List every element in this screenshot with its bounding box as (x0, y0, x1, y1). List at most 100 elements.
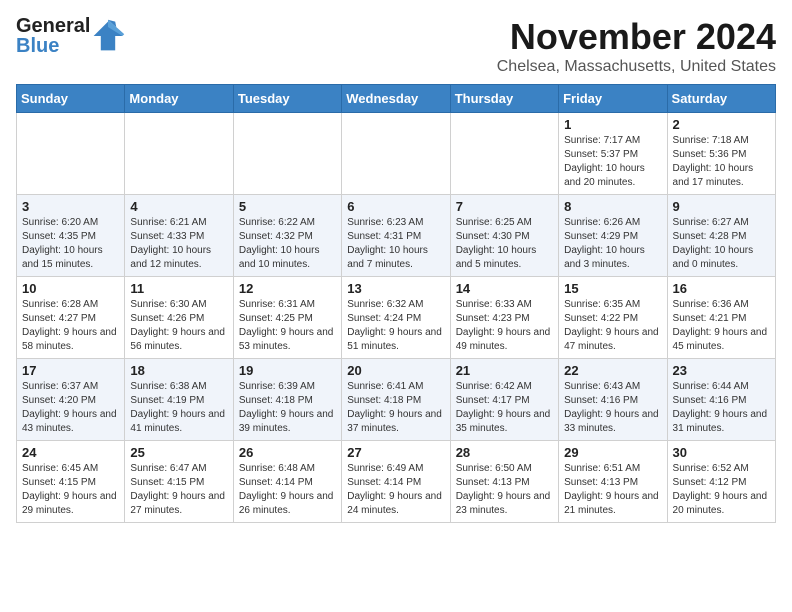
day-info: Sunrise: 6:50 AMSunset: 4:13 PMDaylight:… (456, 462, 553, 518)
day-info: Sunrise: 6:33 AMSunset: 4:23 PMDaylight:… (456, 298, 553, 354)
day-number: 27 (347, 445, 444, 460)
day-info: Sunrise: 6:37 AMSunset: 4:20 PMDaylight:… (22, 380, 119, 436)
calendar-cell: 12Sunrise: 6:31 AMSunset: 4:25 PMDayligh… (233, 277, 341, 359)
location-title: Chelsea, Massachusetts, United States (497, 58, 776, 76)
calendar-cell: 13 Sunrise: 6:32 AMSunset: 4:24 PMDayligh… (342, 277, 450, 359)
calendar-cell: 14Sunrise: 6:33 AMSunset: 4:23 PMDayligh… (450, 277, 558, 359)
day-number: 13 (347, 281, 444, 296)
day-number: 24 (22, 445, 119, 460)
header-cell-friday: Friday (559, 85, 667, 113)
calendar-row-4: 17 Sunrise: 6:37 AMSunset: 4:20 PMDayligh… (17, 359, 776, 441)
day-info: Sunrise: 6:36 AMSunset: 4:21 PMDaylight:… (673, 298, 770, 354)
day-number: 28 (456, 445, 553, 460)
logo-blue-text: Blue (16, 36, 90, 56)
calendar-row-1: 1Sunrise: 7:17 AMSunset: 5:37 PMDaylight… (17, 113, 776, 195)
day-info: Sunrise: 6:31 AMSunset: 4:25 PMDaylight:… (239, 298, 336, 354)
day-info: Sunrise: 6:23 AMSunset: 4:31 PMDaylight:… (347, 216, 444, 272)
day-number: 30 (673, 445, 770, 460)
day-number: 11 (130, 281, 227, 296)
calendar-cell: 11 Sunrise: 6:30 AMSunset: 4:26 PMDayligh… (125, 277, 233, 359)
day-number: 19 (239, 363, 336, 378)
day-number: 23 (673, 363, 770, 378)
day-number: 16 (673, 281, 770, 296)
calendar-cell: 30 Sunrise: 6:52 AMSunset: 4:12 PMDayligh… (667, 441, 775, 523)
calendar-cell (125, 113, 233, 195)
header-cell-monday: Monday (125, 85, 233, 113)
day-info: Sunrise: 6:51 AMSunset: 4:13 PMDaylight:… (564, 462, 661, 518)
day-number: 18 (130, 363, 227, 378)
day-number: 6 (347, 199, 444, 214)
logo: General Blue (16, 16, 126, 56)
calendar-cell: 29 Sunrise: 6:51 AMSunset: 4:13 PMDayligh… (559, 441, 667, 523)
day-info: Sunrise: 7:18 AMSunset: 5:36 PMDaylight:… (673, 134, 770, 190)
day-info: Sunrise: 6:43 AMSunset: 4:16 PMDaylight:… (564, 380, 661, 436)
day-number: 7 (456, 199, 553, 214)
day-info: Sunrise: 6:49 AMSunset: 4:14 PMDaylight:… (347, 462, 444, 518)
logo-general-text: General (16, 16, 90, 36)
day-number: 9 (673, 199, 770, 214)
day-info: Sunrise: 6:20 AMSunset: 4:35 PMDaylight:… (22, 216, 119, 272)
month-title: November 2024 (497, 16, 776, 58)
day-number: 25 (130, 445, 227, 460)
day-number: 10 (22, 281, 119, 296)
header-cell-tuesday: Tuesday (233, 85, 341, 113)
calendar-header: SundayMondayTuesdayWednesdayThursdayFrid… (17, 85, 776, 113)
day-info: Sunrise: 6:21 AMSunset: 4:33 PMDaylight:… (130, 216, 227, 272)
day-number: 22 (564, 363, 661, 378)
calendar-cell: 20Sunrise: 6:41 AMSunset: 4:18 PMDayligh… (342, 359, 450, 441)
calendar-cell (233, 113, 341, 195)
day-info: Sunrise: 6:35 AMSunset: 4:22 PMDaylight:… (564, 298, 661, 354)
calendar-row-3: 10 Sunrise: 6:28 AMSunset: 4:27 PMDayligh… (17, 277, 776, 359)
calendar-cell: 23 Sunrise: 6:44 AMSunset: 4:16 PMDayligh… (667, 359, 775, 441)
calendar-cell: 22 Sunrise: 6:43 AMSunset: 4:16 PMDayligh… (559, 359, 667, 441)
day-info: Sunrise: 6:42 AMSunset: 4:17 PMDaylight:… (456, 380, 553, 436)
day-info: Sunrise: 6:26 AMSunset: 4:29 PMDaylight:… (564, 216, 661, 272)
day-info: Sunrise: 6:39 AMSunset: 4:18 PMDaylight:… (239, 380, 336, 436)
day-info: Sunrise: 6:25 AMSunset: 4:30 PMDaylight:… (456, 216, 553, 272)
calendar-cell: 17 Sunrise: 6:37 AMSunset: 4:20 PMDayligh… (17, 359, 125, 441)
calendar-row-2: 3 Sunrise: 6:20 AMSunset: 4:35 PMDaylight… (17, 195, 776, 277)
day-number: 29 (564, 445, 661, 460)
calendar-cell: 16 Sunrise: 6:36 AMSunset: 4:21 PMDayligh… (667, 277, 775, 359)
calendar-cell: 18 Sunrise: 6:38 AMSunset: 4:19 PMDayligh… (125, 359, 233, 441)
calendar-cell: 6 Sunrise: 6:23 AMSunset: 4:31 PMDaylight… (342, 195, 450, 277)
day-number: 3 (22, 199, 119, 214)
header-cell-thursday: Thursday (450, 85, 558, 113)
day-number: 17 (22, 363, 119, 378)
day-info: Sunrise: 6:28 AMSunset: 4:27 PMDaylight:… (22, 298, 119, 354)
calendar-cell: 21Sunrise: 6:42 AMSunset: 4:17 PMDayligh… (450, 359, 558, 441)
header-cell-saturday: Saturday (667, 85, 775, 113)
header-cell-sunday: Sunday (17, 85, 125, 113)
calendar-cell (342, 113, 450, 195)
calendar-cell: 25Sunrise: 6:47 AMSunset: 4:15 PMDayligh… (125, 441, 233, 523)
calendar-cell: 8 Sunrise: 6:26 AMSunset: 4:29 PMDaylight… (559, 195, 667, 277)
day-info: Sunrise: 6:30 AMSunset: 4:26 PMDaylight:… (130, 298, 227, 354)
calendar-cell: 9Sunrise: 6:27 AMSunset: 4:28 PMDaylight… (667, 195, 775, 277)
calendar-body: 1Sunrise: 7:17 AMSunset: 5:37 PMDaylight… (17, 113, 776, 523)
day-info: Sunrise: 6:44 AMSunset: 4:16 PMDaylight:… (673, 380, 770, 436)
day-info: Sunrise: 6:52 AMSunset: 4:12 PMDaylight:… (673, 462, 770, 518)
calendar-cell: 4 Sunrise: 6:21 AMSunset: 4:33 PMDaylight… (125, 195, 233, 277)
header-cell-wednesday: Wednesday (342, 85, 450, 113)
day-number: 15 (564, 281, 661, 296)
calendar-cell: 28 Sunrise: 6:50 AMSunset: 4:13 PMDayligh… (450, 441, 558, 523)
day-number: 20 (347, 363, 444, 378)
day-number: 8 (564, 199, 661, 214)
day-info: Sunrise: 6:32 AMSunset: 4:24 PMDaylight:… (347, 298, 444, 354)
calendar-cell: 27 Sunrise: 6:49 AMSunset: 4:14 PMDayligh… (342, 441, 450, 523)
day-info: Sunrise: 6:48 AMSunset: 4:14 PMDaylight:… (239, 462, 336, 518)
header: General Blue November 2024 Chelsea, Mass… (16, 16, 776, 76)
day-number: 2 (673, 117, 770, 132)
day-info: Sunrise: 6:38 AMSunset: 4:19 PMDaylight:… (130, 380, 227, 436)
calendar-row-5: 24Sunrise: 6:45 AMSunset: 4:15 PMDayligh… (17, 441, 776, 523)
calendar-cell: 7 Sunrise: 6:25 AMSunset: 4:30 PMDaylight… (450, 195, 558, 277)
day-number: 26 (239, 445, 336, 460)
calendar-cell: 15 Sunrise: 6:35 AMSunset: 4:22 PMDayligh… (559, 277, 667, 359)
logo-icon (90, 18, 126, 54)
title-area: November 2024 Chelsea, Massachusetts, Un… (497, 16, 776, 76)
calendar-cell: 24Sunrise: 6:45 AMSunset: 4:15 PMDayligh… (17, 441, 125, 523)
day-number: 1 (564, 117, 661, 132)
day-number: 4 (130, 199, 227, 214)
calendar-cell: 5Sunrise: 6:22 AMSunset: 4:32 PMDaylight… (233, 195, 341, 277)
calendar-cell: 26 Sunrise: 6:48 AMSunset: 4:14 PMDayligh… (233, 441, 341, 523)
